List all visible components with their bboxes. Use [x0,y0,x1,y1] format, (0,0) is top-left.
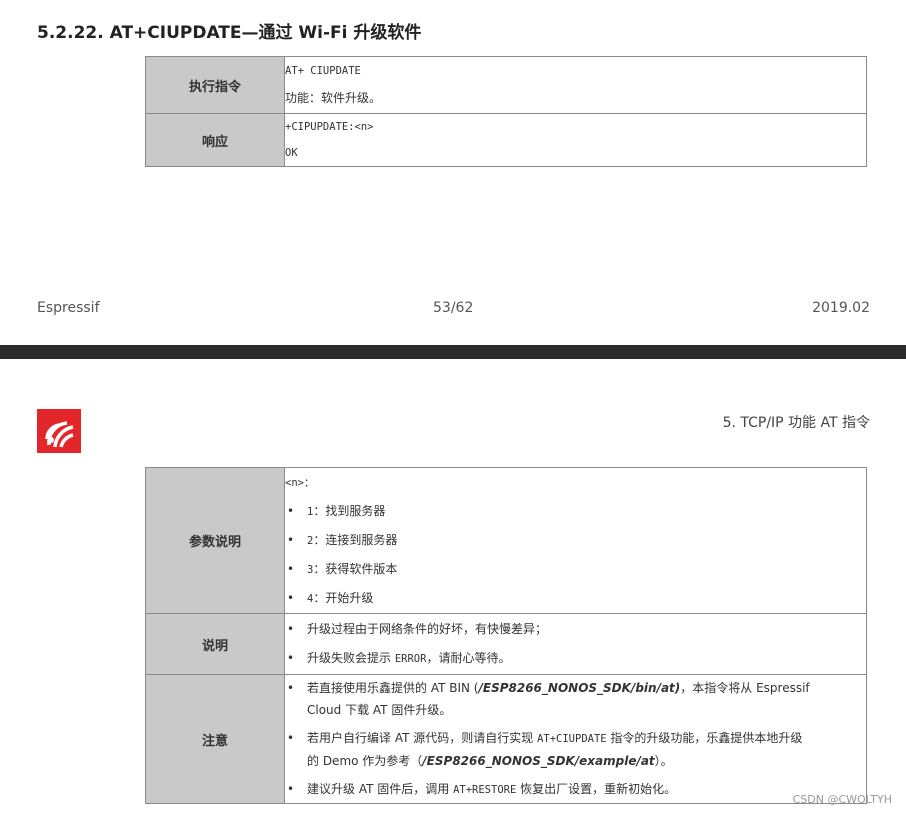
note-label: 注意 [145,674,285,804]
list-item: • 若用户自行编译 AT 源代码，则请自行实现 AT+CIUPDATE 指令的升… [287,731,803,768]
list-item: • 若直接使用乐鑫提供的 AT BIN (/ESP8266_NONOS_SDK/… [287,681,810,717]
exec-content: AT+ CIUPDATE 功能：软件升级。 [284,56,867,114]
response-line-2: OK [285,147,298,159]
list-item: • 3：获得软件版本 [287,561,398,576]
note-content: • 若直接使用乐鑫提供的 AT BIN (/ESP8266_NONOS_SDK/… [284,674,867,804]
chapter-header: 5. TCP/IP 功能 AT 指令 [722,415,870,431]
exec-description: 功能：软件升级。 [285,91,382,105]
param-head: <n>： [285,476,315,489]
section-title: 5.2.22. AT+CIUPDATE—通过 Wi-Fi 升级软件 [37,23,422,43]
exec-command: AT+ CIUPDATE [285,65,361,77]
response-content: +CIPUPDATE:<n> OK [284,113,867,167]
footer-company: Espressif [37,300,100,316]
espressif-logo-icon [37,409,81,453]
watermark: CSDN @CWQLTYH [792,793,892,806]
list-item: • 4：开始升级 [287,590,374,605]
desc-content: • 升级过程由于网络条件的好坏，有快慢差异； • 升级失败会提示 ERROR，请耐心… [284,613,867,675]
response-label: 响应 [145,113,285,167]
response-line-1: +CIPUPDATE:<n> [285,121,374,133]
list-item: • 建议升级 AT 固件后，调用 AT+RESTORE 恢复出厂设置，重新初始化… [287,782,677,796]
list-item: • 升级失败会提示 ERROR，请耐心等待。 [287,650,511,665]
desc-label: 说明 [145,613,285,675]
param-label: 参数说明 [145,467,285,614]
exec-label: 执行指令 [145,56,285,114]
footer-page-number: 53/62 [433,300,474,316]
list-item: • 升级过程由于网络条件的好坏，有快慢差异； [287,621,548,636]
parameter-table: 参数说明 <n>： • 1：找到服务器 • 2：连接到服务器 • 3：获得软件版本 •… [145,467,867,804]
param-content: <n>： • 1：找到服务器 • 2：连接到服务器 • 3：获得软件版本 • 4：开始升… [284,467,867,614]
footer-date: 2019.02 [812,300,870,316]
list-item: • 1：找到服务器 [287,503,386,518]
list-item: • 2：连接到服务器 [287,532,398,547]
command-table: 执行指令 AT+ CIUPDATE 功能：软件升级。 响应 +CIPUPDATE… [145,56,867,167]
page-separator [0,345,906,359]
